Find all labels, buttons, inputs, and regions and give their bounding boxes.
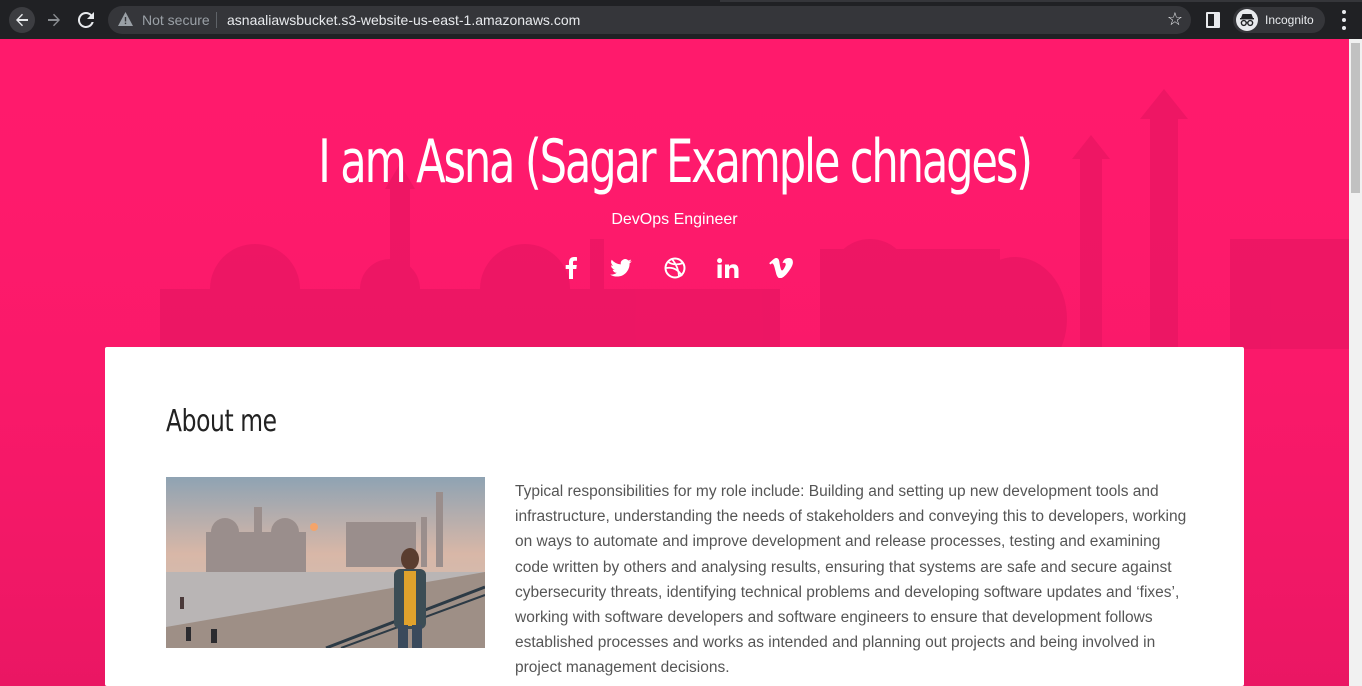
linkedin-link[interactable]	[714, 254, 742, 282]
reload-button[interactable]	[73, 7, 99, 33]
vimeo-icon	[769, 258, 793, 278]
omnibox-divider	[216, 12, 217, 28]
back-arrow-icon	[16, 13, 28, 27]
linkedin-icon	[717, 258, 739, 278]
scrollbar-thumb[interactable]	[1351, 43, 1360, 193]
forward-button[interactable]	[41, 7, 67, 33]
hero-title: I am Asna (Sagar Example chnages)	[318, 127, 1033, 197]
facebook-icon	[565, 257, 577, 279]
twitter-link[interactable]	[607, 254, 635, 282]
vimeo-link[interactable]	[767, 254, 795, 282]
back-button[interactable]	[9, 7, 35, 33]
address-bar[interactable]: Not secure asnaaliawsbucket.s3-website-u…	[108, 6, 1191, 34]
profile-photo	[166, 477, 485, 648]
side-panel-icon[interactable]	[1206, 12, 1220, 28]
browser-toolbar: Not secure asnaaliawsbucket.s3-website-u…	[0, 0, 1362, 39]
star-icon[interactable]: ☆	[1167, 9, 1183, 29]
security-status[interactable]: Not secure	[142, 12, 210, 28]
twitter-icon	[610, 259, 632, 277]
warning-icon[interactable]	[118, 12, 133, 26]
reload-icon	[78, 12, 94, 28]
about-paragraph: Typical responsibilities for my role inc…	[515, 483, 1187, 677]
about-card: About me Typical responsibilities for my…	[105, 347, 1244, 686]
url-text[interactable]: asnaaliawsbucket.s3-website-us-east-1.am…	[227, 12, 580, 28]
kebab-menu-icon[interactable]	[1338, 10, 1350, 30]
about-heading: About me	[166, 404, 277, 439]
incognito-badge[interactable]: Incognito	[1233, 7, 1325, 33]
incognito-label: Incognito	[1265, 13, 1314, 27]
page-scrollbar[interactable]	[1349, 39, 1362, 686]
tab-strip-edge	[0, 0, 1362, 2]
incognito-icon	[1236, 9, 1258, 31]
hero-subtitle: DevOps Engineer	[611, 211, 738, 228]
forward-arrow-icon	[48, 13, 60, 27]
dribbble-link[interactable]	[661, 254, 689, 282]
dribbble-icon	[664, 257, 686, 279]
facebook-link[interactable]	[557, 254, 585, 282]
